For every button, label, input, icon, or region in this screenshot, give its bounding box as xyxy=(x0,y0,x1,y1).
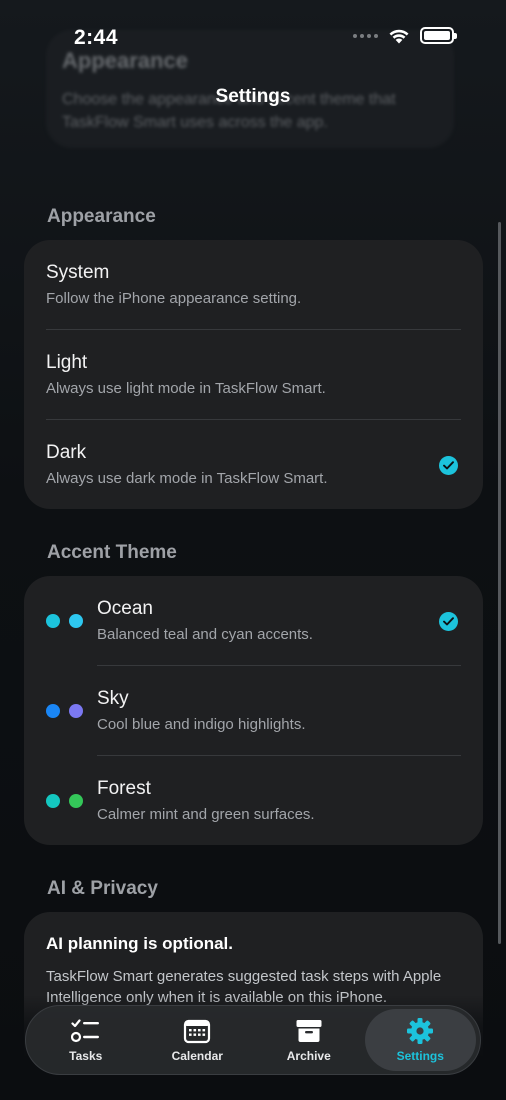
tab-archive[interactable]: Archive xyxy=(253,1009,365,1071)
option-title: Dark xyxy=(46,442,87,463)
swatch-dot xyxy=(69,794,83,808)
swatch-dot xyxy=(69,704,83,718)
color-swatch xyxy=(46,614,83,628)
tab-calendar[interactable]: Calendar xyxy=(142,1009,254,1071)
checkmark-icon xyxy=(439,456,458,475)
wifi-icon xyxy=(389,29,409,44)
option-subtitle: Always use light mode in TaskFlow Smart. xyxy=(46,380,326,397)
battery-icon xyxy=(420,27,457,44)
appearance-section-header: Appearance xyxy=(47,206,156,227)
appearance-option-light[interactable]: Light Always use light mode in TaskFlow … xyxy=(24,330,483,420)
archive-box-icon xyxy=(294,1017,324,1045)
scrollbar[interactable] xyxy=(498,222,501,944)
swatch-dot xyxy=(69,614,83,628)
appearance-option-dark[interactable]: Dark Always use dark mode in TaskFlow Sm… xyxy=(24,420,483,509)
status-time: 2:44 xyxy=(74,26,119,49)
swatch-dot xyxy=(46,614,60,628)
option-title: Forest xyxy=(97,778,151,799)
option-subtitle: Follow the iPhone appearance setting. xyxy=(46,290,302,307)
gear-icon xyxy=(405,1017,435,1045)
checklist-icon xyxy=(70,1017,101,1045)
accent-section-header: Accent Theme xyxy=(47,542,177,563)
ai-section-header: AI & Privacy xyxy=(47,878,158,899)
checkmark-icon xyxy=(439,612,458,631)
option-title: Light xyxy=(46,352,88,373)
tab-label: Settings xyxy=(396,1049,444,1063)
calendar-icon xyxy=(182,1017,212,1045)
option-subtitle: Cool blue and indigo highlights. xyxy=(97,716,306,733)
option-title: Sky xyxy=(97,688,129,709)
appearance-option-system[interactable]: System Follow the iPhone appearance sett… xyxy=(24,240,483,330)
option-subtitle: Balanced teal and cyan accents. xyxy=(97,626,313,643)
appearance-group: System Follow the iPhone appearance sett… xyxy=(24,240,483,509)
accent-option-sky[interactable]: Sky Cool blue and indigo highlights. xyxy=(24,666,483,756)
tab-label: Tasks xyxy=(69,1049,103,1063)
page-title: Settings xyxy=(215,86,291,107)
color-swatch xyxy=(46,704,83,718)
tab-bar: Tasks Calendar Archive Settings xyxy=(25,1005,481,1075)
tab-label: Archive xyxy=(286,1049,331,1063)
color-swatch xyxy=(46,794,83,808)
option-subtitle: Always use dark mode in TaskFlow Smart. xyxy=(46,470,328,487)
accent-option-forest[interactable]: Forest Calmer mint and green surfaces. xyxy=(24,756,483,845)
tab-settings[interactable]: Settings xyxy=(364,1009,476,1071)
status-bar: 2:44 xyxy=(0,0,506,70)
option-subtitle: Calmer mint and green surfaces. xyxy=(97,806,315,823)
accent-group: Ocean Balanced teal and cyan accents. Sk… xyxy=(24,576,483,845)
swatch-dot xyxy=(46,794,60,808)
accent-option-ocean[interactable]: Ocean Balanced teal and cyan accents. xyxy=(24,576,483,666)
cellular-signal-icon xyxy=(353,33,378,38)
status-icons xyxy=(353,27,457,44)
tab-tasks[interactable]: Tasks xyxy=(30,1009,142,1071)
swatch-dot xyxy=(46,704,60,718)
option-title: System xyxy=(46,262,110,283)
ai-card-title: AI planning is optional. xyxy=(46,934,233,953)
option-title: Ocean xyxy=(97,598,153,619)
tab-label: Calendar xyxy=(171,1049,223,1063)
